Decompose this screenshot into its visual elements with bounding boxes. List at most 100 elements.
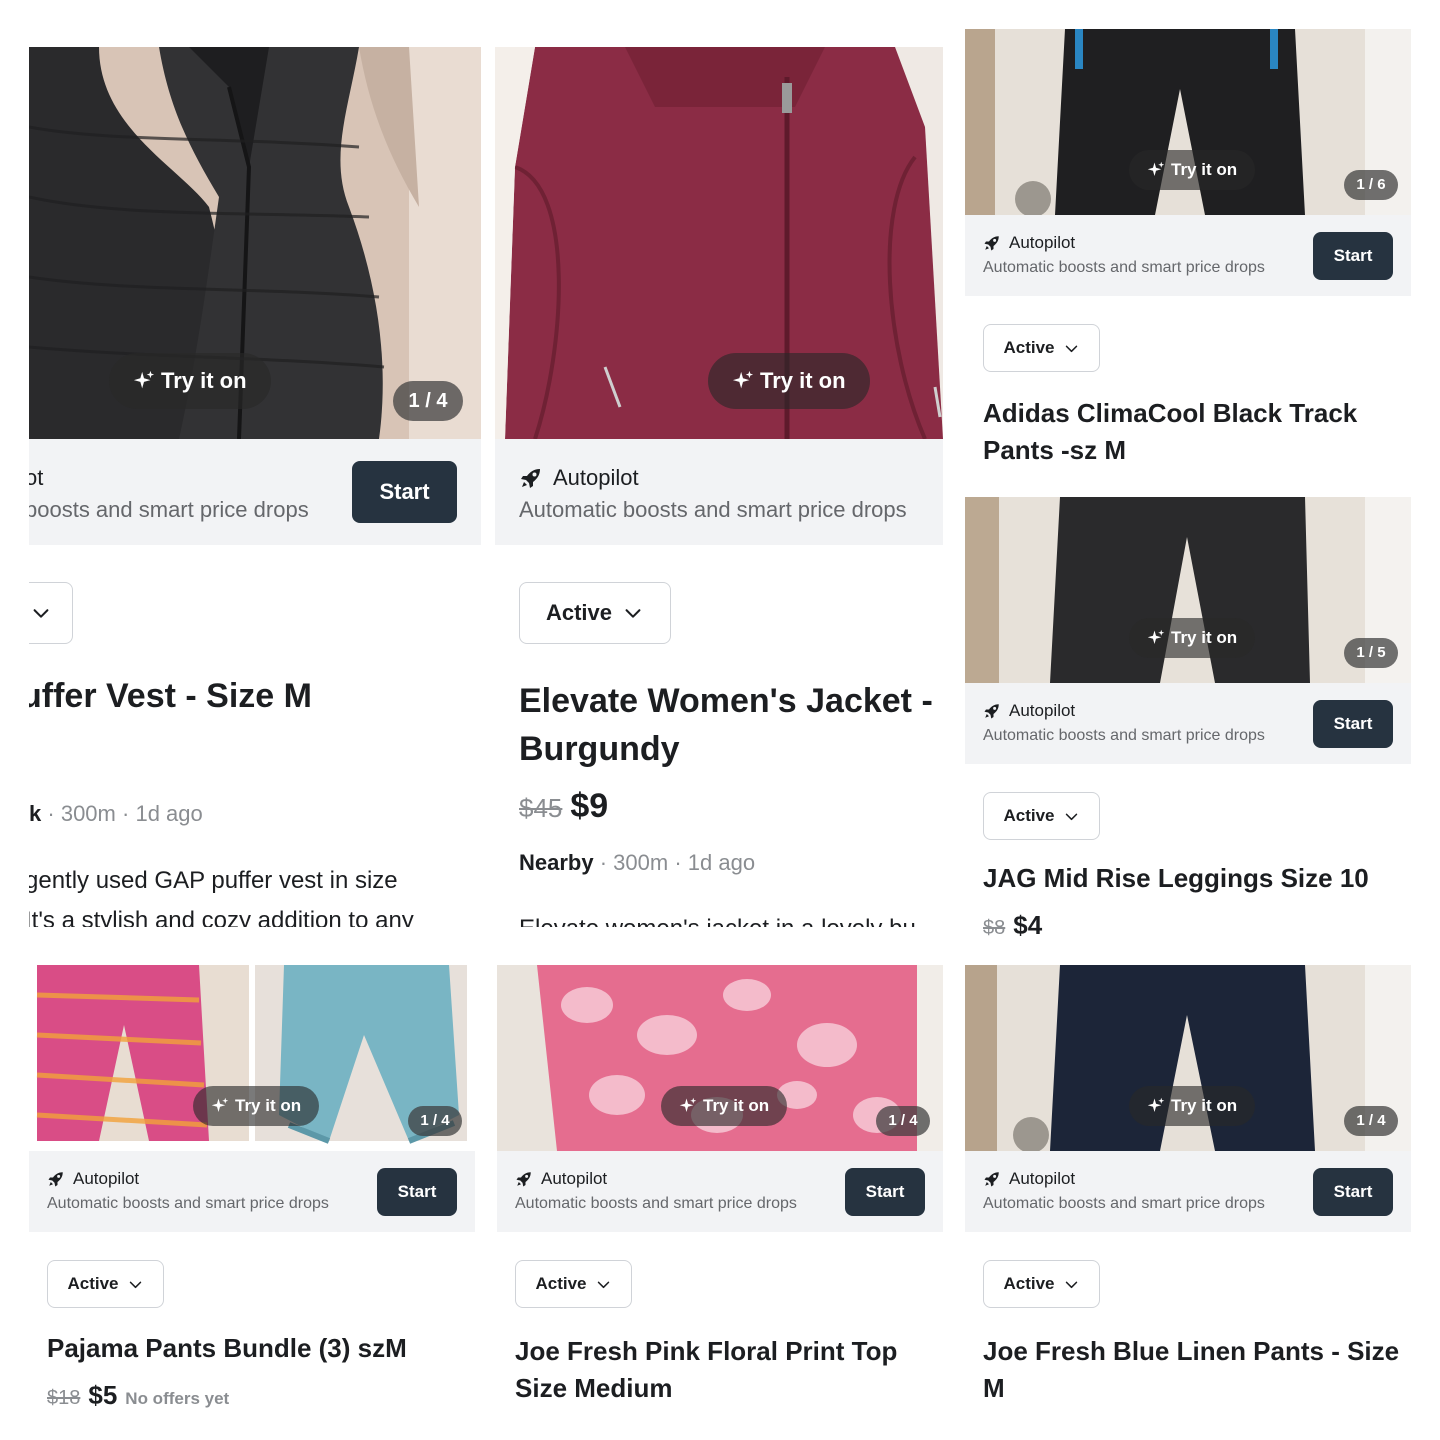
listing-description-line: Elevate women's jacket in a lovely bu	[519, 915, 916, 927]
try-it-on-label: Try it on	[235, 1096, 302, 1115]
autopilot-title: Autopilot	[983, 233, 1075, 253]
current-price: $4	[1013, 910, 1043, 940]
listing-card-jacket[interactable]: Try it on Autopilot Automatic boosts and…	[495, 47, 943, 927]
listing-card-linen-pants[interactable]: Try it on 1 / 4 Autopilot Automatic boos…	[965, 965, 1411, 1415]
try-it-on-button[interactable]: Try it on	[661, 1086, 788, 1126]
current-price: $5	[88, 1380, 118, 1410]
status-dropdown[interactable]: Active	[515, 1260, 632, 1308]
listing-title[interactable]: Pajama Pants Bundle (3) szM	[47, 1333, 407, 1364]
sparkle-icon	[1147, 1097, 1165, 1115]
status-dropdown[interactable]	[29, 582, 73, 644]
listing-card-floral-top[interactable]: Try it on 1 / 4 Autopilot Automatic boos…	[497, 965, 943, 1415]
photo-counter: 1 / 6	[1344, 170, 1398, 200]
start-button[interactable]: Start	[1313, 700, 1393, 748]
listing-card-pajama-bundle[interactable]: Try it on 1 / 4 Autopilot Automatic boos…	[29, 965, 475, 1415]
status-dropdown[interactable]: Active	[983, 1260, 1100, 1308]
autopilot-bar: Autopilot Automatic boosts and smart pri…	[497, 1151, 943, 1232]
meta-separator: ·	[599, 850, 608, 875]
start-button[interactable]: Start	[845, 1168, 925, 1216]
chevron-down-icon	[1063, 1276, 1080, 1293]
sparkle-icon	[1147, 629, 1165, 647]
photo-counter: 1 / 5	[1344, 638, 1398, 668]
sparkle-icon	[679, 1097, 697, 1115]
meta-age: 1d ago	[135, 801, 203, 826]
listing-title[interactable]: uffer Vest - Size M	[29, 677, 312, 716]
title-line: Joe Fresh Blue Linen Pants - Size	[983, 1336, 1400, 1366]
meta-distance: 300m	[60, 801, 116, 826]
autopilot-bar: ot boosts and smart price drops Start	[29, 439, 481, 545]
meta-age: 1d ago	[687, 850, 756, 875]
start-button[interactable]: Start	[377, 1168, 457, 1216]
try-it-on-button[interactable]: Try it on	[708, 353, 870, 409]
autopilot-title: Autopilot	[519, 465, 639, 491]
start-button[interactable]: Start	[1313, 1168, 1393, 1216]
status-label: Active	[1003, 338, 1055, 357]
listing-title[interactable]: Adidas ClimaCool Black Track Pants -sz M	[983, 395, 1357, 469]
listing-title[interactable]: Joe Fresh Blue Linen Pants - Size M	[983, 1333, 1399, 1407]
price: $18 $5 No offers yet	[47, 1380, 229, 1411]
try-it-on-button[interactable]: Try it on	[1129, 150, 1256, 190]
autopilot-title: ot	[29, 465, 44, 490]
title-line: Pants -sz M	[983, 435, 1127, 465]
original-price: $45	[519, 793, 563, 823]
autopilot-bar: Autopilot Automatic boosts and smart pri…	[965, 215, 1411, 296]
listing-card-puffer-vest[interactable]: Try it on 1 / 4 ot boosts and smart pric…	[29, 47, 481, 927]
status-dropdown[interactable]: Active	[983, 792, 1100, 840]
try-it-on-label: Try it on	[1171, 1096, 1238, 1115]
autopilot-subtitle: boosts and smart price drops	[29, 497, 309, 522]
status-dropdown[interactable]: Active	[47, 1260, 164, 1308]
meta-distance: 300m	[613, 850, 669, 875]
autopilot-subtitle: Automatic boosts and smart price drops	[515, 1195, 797, 1212]
try-it-on-label: Try it on	[1171, 628, 1238, 647]
status-label: Active	[535, 1274, 587, 1293]
listing-description-line: gently used GAP puffer vest in size	[29, 867, 398, 894]
chevron-down-icon	[1063, 340, 1080, 357]
try-it-on-button[interactable]: Try it on	[1129, 1086, 1256, 1126]
try-it-on-button[interactable]: Try it on	[109, 353, 271, 409]
listing-title[interactable]: Joe Fresh Pink Floral Print Top Size Med…	[515, 1333, 897, 1407]
status-label: Active	[1003, 1274, 1055, 1293]
autopilot-title-label: Autopilot	[1009, 701, 1076, 720]
start-button[interactable]: Start	[1313, 232, 1393, 280]
chevron-down-icon	[622, 602, 644, 624]
sparkle-icon	[1147, 161, 1165, 179]
rocket-icon	[983, 1170, 1001, 1188]
rocket-icon	[47, 1170, 65, 1188]
listing-title[interactable]: JAG Mid Rise Leggings Size 10	[983, 863, 1369, 894]
try-it-on-label: Try it on	[161, 368, 247, 393]
autopilot-title: Autopilot	[47, 1169, 139, 1189]
offers-status: No offers yet	[125, 1389, 230, 1408]
listing-card-track-pants[interactable]: Try it on 1 / 6 Autopilot Automatic boos…	[965, 29, 1411, 476]
title-line: Adidas ClimaCool Black Track	[983, 398, 1358, 428]
try-it-on-button[interactable]: Try it on	[1129, 618, 1256, 658]
listing-meta: Nearby · 300m · 1d ago	[519, 850, 755, 876]
autopilot-title: Autopilot	[983, 701, 1075, 721]
listing-title[interactable]: Elevate Women's Jacket - S Burgundy	[519, 677, 943, 773]
start-button[interactable]: Start	[352, 461, 457, 523]
try-it-on-label: Try it on	[703, 1096, 770, 1115]
photo-counter: 1 / 4	[876, 1106, 930, 1136]
autopilot-title-label: Autopilot	[1009, 233, 1076, 252]
autopilot-subtitle: Automatic boosts and smart price drops	[983, 1195, 1265, 1212]
status-dropdown[interactable]: Active	[519, 582, 671, 644]
rocket-icon	[983, 702, 1001, 720]
title-line: Joe Fresh Pink Floral Print Top	[515, 1336, 898, 1366]
current-price: $9	[570, 787, 609, 825]
original-price: $18	[47, 1387, 81, 1409]
autopilot-title-label: Autopilot	[553, 465, 639, 490]
try-it-on-label: Try it on	[760, 368, 846, 393]
autopilot-bar: Autopilot Automatic boosts and smart pri…	[29, 1151, 475, 1232]
autopilot-bar: Autopilot Automatic boosts and smart pri…	[965, 1151, 1411, 1232]
sparkle-icon	[732, 370, 754, 392]
try-it-on-button[interactable]: Try it on	[193, 1086, 320, 1126]
chevron-down-icon	[127, 1276, 144, 1293]
autopilot-bar: Autopilot Automatic boosts and smart pri…	[495, 439, 943, 545]
sparkle-icon	[211, 1097, 229, 1115]
title-line: Burgundy	[519, 730, 680, 768]
photo-counter: 1 / 4	[393, 381, 463, 421]
title-line: M	[983, 1373, 1005, 1403]
listing-meta: k · 300m · 1d ago	[29, 801, 203, 827]
rocket-icon	[983, 234, 1001, 252]
status-dropdown[interactable]: Active	[983, 324, 1100, 372]
listing-card-leggings[interactable]: Try it on 1 / 5 Autopilot Automatic boos…	[965, 497, 1411, 942]
